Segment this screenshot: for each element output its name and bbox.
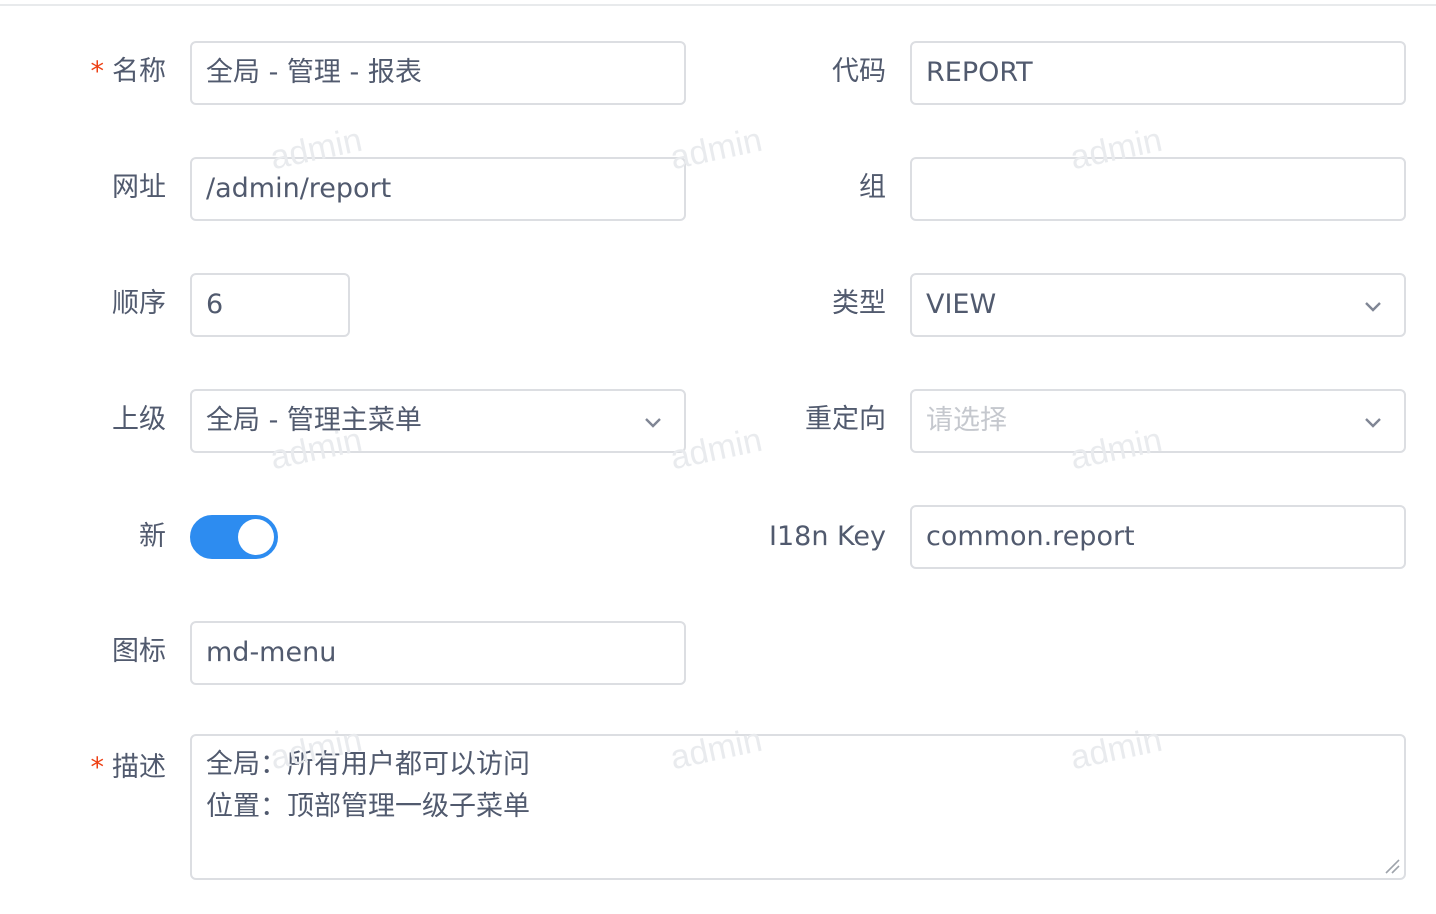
description-label: * 描述 — [60, 736, 167, 800]
name-label-text: 名称 — [112, 56, 166, 87]
required-mark: * — [90, 752, 105, 783]
menu-edit-form: * 名称 全局 - 管理 - 报表 代码 REPORT 网址 /admin/rep… — [0, 0, 1436, 914]
description-line-2: 位置：顶部管理一级子菜单 — [206, 791, 530, 822]
type-select-value: VIEW — [926, 289, 997, 320]
type-label: 类型 — [832, 288, 886, 319]
i18n-key-label: I18n Key — [769, 521, 886, 552]
new-toggle-switch[interactable] — [190, 515, 278, 559]
name-label: * 名称 — [60, 40, 167, 104]
icon-label: 图标 — [112, 636, 166, 667]
name-input[interactable]: 全局 - 管理 - 报表 — [190, 41, 686, 105]
parent-label: 上级 — [112, 404, 166, 435]
code-input[interactable]: REPORT — [910, 41, 1406, 105]
icon-input[interactable]: md-menu — [190, 621, 686, 685]
redirect-select[interactable]: 请选择 — [910, 389, 1406, 453]
url-label: 网址 — [112, 172, 166, 203]
order-label: 顺序 — [112, 288, 166, 319]
group-label: 组 — [859, 172, 886, 203]
description-textarea[interactable]: 全局：所有用户都可以访问 位置：顶部管理一级子菜单 — [190, 734, 1406, 880]
parent-select-value: 全局 - 管理主菜单 — [206, 405, 422, 436]
chevron-down-icon[interactable] — [642, 411, 664, 433]
description-label-text: 描述 — [112, 752, 166, 783]
parent-select[interactable]: 全局 - 管理主菜单 — [190, 389, 686, 453]
new-label: 新 — [139, 521, 166, 552]
url-input[interactable]: /admin/report — [190, 157, 686, 221]
i18n-key-input[interactable]: common.report — [910, 505, 1406, 569]
type-select[interactable]: VIEW — [910, 273, 1406, 337]
chevron-down-icon[interactable] — [1362, 411, 1384, 433]
required-mark: * — [90, 56, 105, 87]
description-line-1: 全局：所有用户都可以访问 — [206, 749, 530, 780]
toggle-knob — [238, 519, 274, 555]
redirect-placeholder: 请选择 — [926, 405, 1007, 436]
order-input[interactable]: 6 — [190, 273, 350, 337]
chevron-down-icon[interactable] — [1362, 295, 1384, 317]
code-label: 代码 — [832, 56, 886, 87]
redirect-label: 重定向 — [805, 404, 886, 435]
group-input[interactable] — [910, 157, 1406, 221]
resize-handle-icon[interactable] — [1384, 858, 1400, 874]
